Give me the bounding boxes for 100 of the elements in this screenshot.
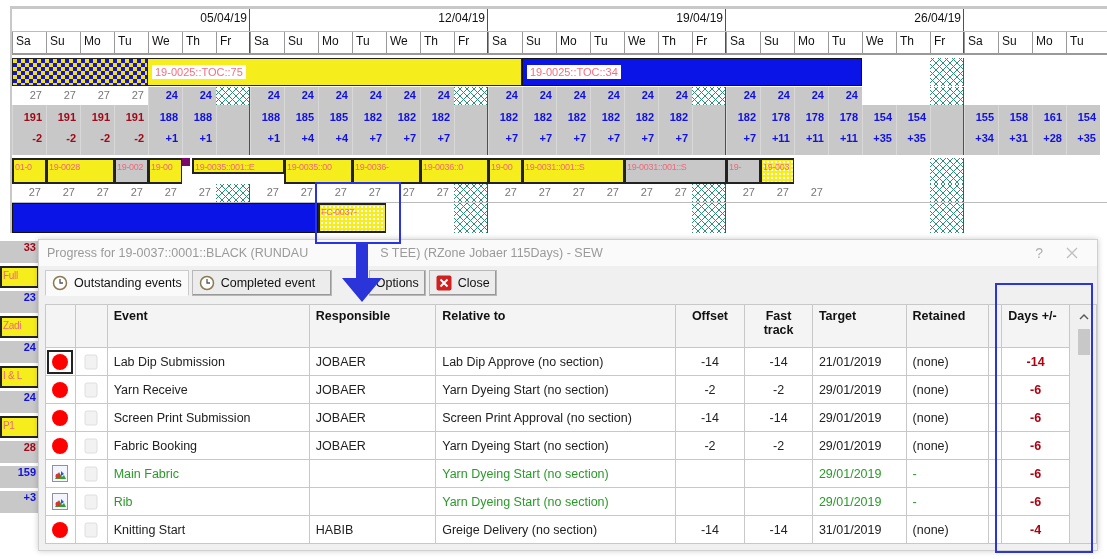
table-cell: Yarn Dyeing Start (no section) bbox=[435, 459, 676, 488]
load-value: 185 bbox=[284, 105, 318, 130]
faded-page-icon bbox=[83, 353, 100, 370]
available-hours: 27 bbox=[571, 185, 586, 200]
table-cell: 31/01/2019 bbox=[812, 515, 907, 544]
strip-label: 23 bbox=[0, 291, 38, 313]
day-label: Mo bbox=[318, 32, 352, 53]
load-value: 182 bbox=[352, 105, 386, 130]
tab[interactable]: Outstanding events bbox=[45, 270, 189, 296]
task-box: 19-0035::001::E bbox=[192, 158, 284, 174]
available-hours: 27 bbox=[61, 185, 76, 200]
column-header[interactable]: Fast track bbox=[744, 304, 813, 348]
available-hours: 24 bbox=[420, 87, 454, 105]
load-value: 182 bbox=[522, 105, 556, 130]
load-value: 154 bbox=[1066, 105, 1100, 130]
available-hours: 27 bbox=[435, 185, 450, 200]
column-header[interactable]: Offset bbox=[675, 304, 745, 348]
available-hours: 24 bbox=[658, 87, 692, 105]
balance-value: +7 bbox=[590, 130, 624, 155]
available-hours: 24 bbox=[182, 87, 216, 105]
table-cell: -14 bbox=[744, 403, 813, 432]
balance-value: +35 bbox=[1066, 130, 1100, 155]
holiday-cell bbox=[692, 130, 726, 155]
table-cell: JOBAER bbox=[309, 403, 436, 432]
column-header[interactable]: Relative to bbox=[435, 304, 676, 348]
date-label: 05/04/19 bbox=[12, 9, 250, 31]
date-label: 26/04/19 bbox=[726, 9, 964, 31]
balance-value: +7 bbox=[488, 130, 522, 155]
available-hours: 24 bbox=[590, 87, 624, 105]
balance-value: +35 bbox=[862, 130, 896, 155]
table-cell: Fabric Booking bbox=[107, 431, 310, 460]
available-hours: 27 bbox=[197, 185, 212, 200]
balance-value: +1 bbox=[250, 130, 284, 155]
column-header[interactable]: Responsible bbox=[309, 304, 436, 348]
tab[interactable]: Completed event bbox=[191, 270, 332, 296]
column-header[interactable]: Target bbox=[812, 304, 907, 348]
available-hours: 24 bbox=[284, 87, 318, 105]
task-box: 19-0035::00 bbox=[284, 158, 352, 184]
table-cell: -14 bbox=[744, 515, 813, 544]
day-label: Th bbox=[420, 32, 454, 53]
load-value: 182 bbox=[658, 105, 692, 130]
balance-value: -2 bbox=[114, 130, 148, 155]
balance-value: +7 bbox=[522, 130, 556, 155]
available-hours: 24 bbox=[352, 87, 386, 105]
scroll-up-icon[interactable] bbox=[1077, 313, 1090, 321]
holiday-cell bbox=[216, 130, 250, 155]
table-cell: (none) bbox=[906, 515, 989, 544]
load-value: 182 bbox=[386, 105, 420, 130]
balance-value: +35 bbox=[896, 130, 930, 155]
available-hours: 27 bbox=[401, 185, 416, 200]
balance-value: +7 bbox=[658, 130, 692, 155]
day-label: Sa bbox=[250, 32, 284, 53]
table-cell: -14 bbox=[675, 347, 745, 376]
day-label: Mo bbox=[80, 32, 114, 53]
day-label: Su bbox=[284, 32, 318, 53]
close-icon bbox=[435, 275, 452, 291]
task-box: 19-00 bbox=[148, 158, 182, 184]
balance-value: +7 bbox=[352, 130, 386, 155]
table-cell: -14 bbox=[675, 403, 745, 432]
load-value: 178 bbox=[794, 105, 828, 130]
available-hours: 24 bbox=[522, 87, 556, 105]
available-hours: 27 bbox=[537, 185, 552, 200]
available-hours: 27 bbox=[775, 185, 790, 200]
hatched-cell bbox=[930, 87, 964, 105]
table-cell: Yarn Dyeing Start (no section) bbox=[435, 375, 676, 404]
table-cell: Screen Print Submission bbox=[107, 403, 310, 432]
scrollbar-thumb[interactable] bbox=[1077, 329, 1090, 355]
load-value: 185 bbox=[318, 105, 352, 130]
balance-value: +11 bbox=[828, 130, 862, 155]
bar-label: 19-0025::TOC::34 bbox=[527, 65, 621, 79]
hatched-cell bbox=[930, 158, 964, 184]
day-label: Sa bbox=[964, 32, 998, 53]
column-header[interactable]: Event bbox=[107, 304, 310, 348]
day-label: Sa bbox=[726, 32, 760, 53]
available-hours: 27 bbox=[163, 185, 178, 200]
day-label: Th bbox=[896, 32, 930, 53]
faded-page-icon bbox=[83, 437, 100, 454]
available-hours: 27 bbox=[741, 185, 756, 200]
column-header[interactable]: Retained bbox=[906, 304, 989, 348]
day-label: Sa bbox=[12, 32, 46, 53]
day-label: Fr bbox=[930, 32, 964, 53]
strip-label: P1 bbox=[0, 416, 38, 438]
balance-value: +7 bbox=[624, 130, 658, 155]
available-hours: 27 bbox=[129, 185, 144, 200]
day-label: Su bbox=[760, 32, 794, 53]
load-value: 154 bbox=[862, 105, 896, 130]
available-hours: 24 bbox=[488, 87, 522, 105]
balance-value: +11 bbox=[760, 130, 794, 155]
column-header[interactable]: Days +/- bbox=[1001, 304, 1070, 348]
table-cell: - bbox=[906, 459, 989, 488]
balance-value: +1 bbox=[148, 130, 182, 155]
strip-label: Zadi bbox=[0, 316, 38, 338]
task-box: 19- bbox=[726, 158, 760, 184]
load-value: 191 bbox=[46, 105, 80, 130]
close-button[interactable]: Close bbox=[428, 270, 497, 296]
task-box: 19-00 bbox=[488, 158, 522, 184]
hatched-cell bbox=[454, 184, 488, 202]
strip-label: 159 bbox=[0, 466, 38, 488]
icon-cell[interactable] bbox=[47, 349, 74, 374]
strip-label: 33 bbox=[0, 241, 38, 263]
